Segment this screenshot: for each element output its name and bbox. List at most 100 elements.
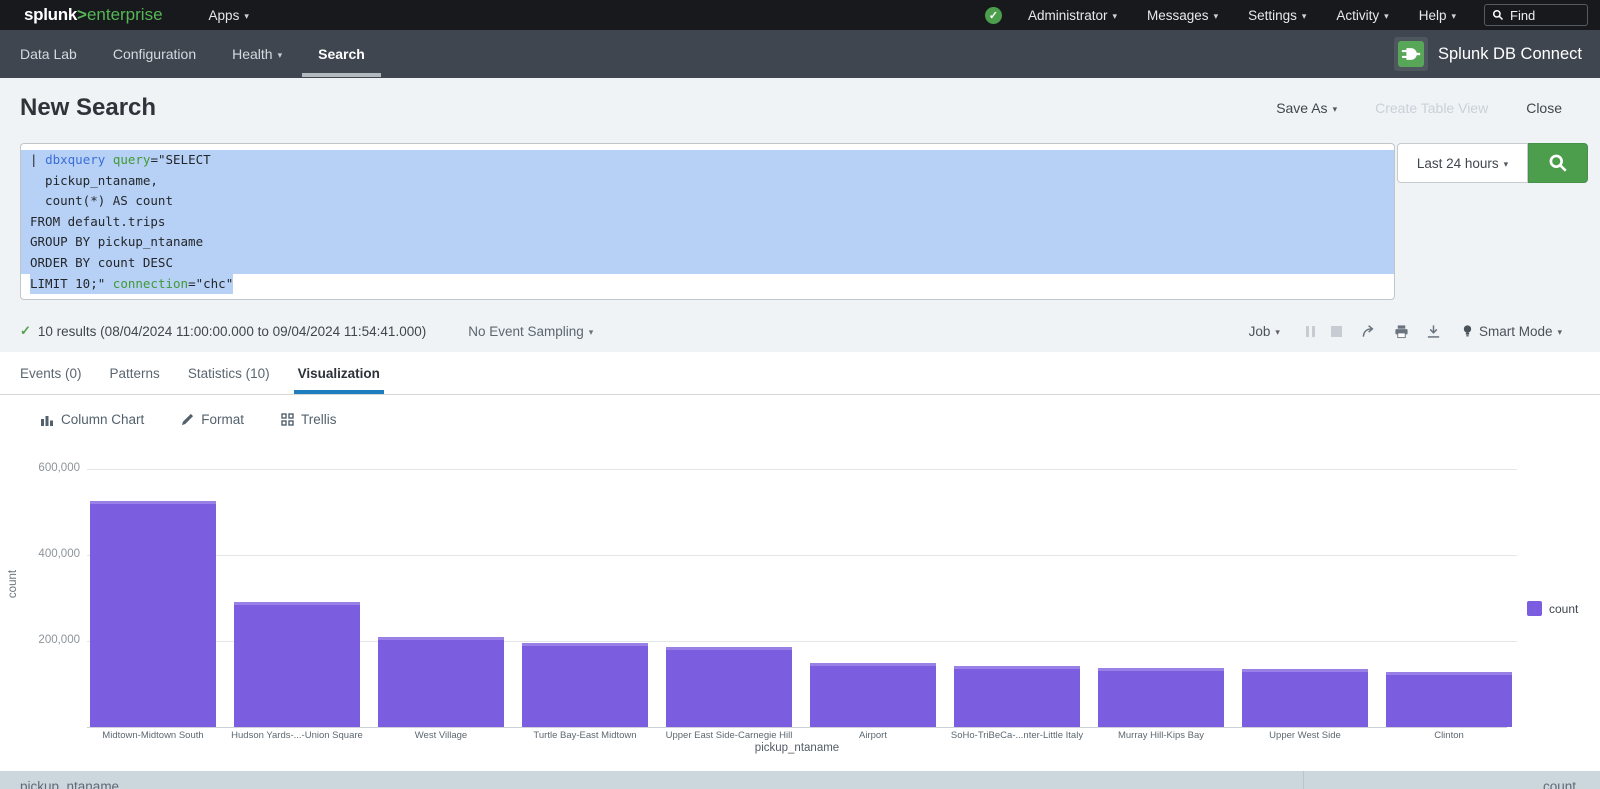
stop-icon[interactable] xyxy=(1331,326,1342,337)
query-token: count(*) AS count xyxy=(30,193,173,208)
tab-statistics-10[interactable]: Statistics (10) xyxy=(188,352,270,394)
plug-icon xyxy=(1401,44,1421,64)
menu-messages[interactable]: Messages xyxy=(1147,8,1218,23)
nav-item-configuration[interactable]: Configuration xyxy=(113,46,196,62)
format-label: Format xyxy=(201,412,244,427)
x-axis-category-label: SoHo-TriBeCa-...nter-Little Italy xyxy=(945,730,1089,741)
job-menu[interactable]: Job xyxy=(1249,324,1280,339)
chart-type-button[interactable]: Column Chart xyxy=(40,412,144,427)
topbar-menus: Administrator Messages Settings Activity Hel… xyxy=(1028,8,1456,23)
chart-legend[interactable]: count xyxy=(1527,601,1578,616)
trellis-button[interactable]: Trellis xyxy=(281,412,337,427)
query-token: ="SELECT xyxy=(150,152,210,167)
pause-icon[interactable] xyxy=(1306,326,1315,337)
create-table-view-button[interactable]: Create Table View xyxy=(1375,100,1488,116)
x-axis-category-label: Airport xyxy=(801,730,945,741)
chart-bar[interactable] xyxy=(378,637,504,727)
chart-bar[interactable] xyxy=(90,501,216,727)
menu-label: Help xyxy=(1419,8,1447,23)
chevron-down-icon xyxy=(273,46,283,62)
time-range-label: Last 24 hours xyxy=(1417,156,1499,171)
menu-help[interactable]: Help xyxy=(1419,8,1456,23)
column-chart-icon xyxy=(40,413,54,426)
chart-bar[interactable] xyxy=(1098,668,1224,727)
x-axis-category-label: Upper East Side-Carnegie Hill xyxy=(657,730,801,741)
search-icon xyxy=(1548,153,1568,173)
nav-item-label: Configuration xyxy=(113,46,196,62)
chevron-down-icon xyxy=(1209,8,1219,23)
save-as-button[interactable]: Save As xyxy=(1276,100,1337,116)
column-chart: count 200,000400,000600,000 Midtown-Midt… xyxy=(0,443,1600,771)
chart-bar[interactable] xyxy=(234,602,360,727)
query-token: GROUP BY pickup_ntaname xyxy=(30,234,203,249)
chevron-down-icon xyxy=(1499,156,1509,171)
nav-item-label: Health xyxy=(232,46,272,62)
query-line: pickup_ntaname, xyxy=(21,171,1394,192)
app-navigation-bar: Data Lab Configuration Health Search Splunk… xyxy=(0,30,1600,78)
chevron-down-icon xyxy=(1270,324,1280,339)
x-axis-category-label: Hudson Yards-...-Union Square xyxy=(225,730,369,741)
chevron-down-icon xyxy=(1328,100,1338,116)
query-selection: LIMIT 10;" connection="chc" xyxy=(30,274,233,295)
query-token: FROM default.trips xyxy=(30,214,165,229)
chart-gridline xyxy=(87,555,1517,556)
query-token: ="chc" xyxy=(188,276,233,291)
search-mode-selector[interactable]: Smart Mode xyxy=(1462,324,1562,339)
x-axis-category-label: Clinton xyxy=(1377,730,1521,741)
x-axis-line xyxy=(87,727,1507,728)
column-header-count[interactable]: count xyxy=(1303,771,1600,789)
results-check-icon xyxy=(20,323,31,339)
chart-bar[interactable] xyxy=(1242,669,1368,727)
query-token xyxy=(105,152,113,167)
search-query-input[interactable]: | dbxquery query="SELECT pickup_ntaname,… xyxy=(20,143,1395,300)
app-nav-items: Data Lab Configuration Health Search xyxy=(20,46,365,62)
visualization-toolbar: Column Chart Format Trellis xyxy=(0,395,1600,443)
pencil-icon xyxy=(181,413,194,426)
time-range-picker[interactable]: Last 24 hours xyxy=(1397,143,1528,183)
search-submit-button[interactable] xyxy=(1528,143,1588,183)
column-header-pickup-ntaname[interactable]: pickup_ntaname xyxy=(0,771,1303,789)
menu-administrator[interactable]: Administrator xyxy=(1028,8,1117,23)
chart-bar[interactable] xyxy=(1386,672,1512,727)
query-token: ORDER BY count DESC xyxy=(30,255,173,270)
x-axis-category-label: Turtle Bay-East Midtown xyxy=(513,730,657,741)
chart-bar[interactable] xyxy=(810,663,936,728)
nav-item-health[interactable]: Health xyxy=(232,46,282,62)
nav-item-data-lab[interactable]: Data Lab xyxy=(20,46,77,62)
app-identity: Splunk DB Connect xyxy=(1394,37,1582,71)
results-status-bar: 10 results (08/04/2024 11:00:00.000 to 0… xyxy=(0,310,1600,352)
chevron-down-icon xyxy=(1108,8,1118,23)
chevron-down-icon xyxy=(239,8,249,23)
close-button[interactable]: Close xyxy=(1526,100,1562,116)
nav-item-label: Data Lab xyxy=(20,46,77,62)
x-axis-category-label: West Village xyxy=(369,730,513,741)
query-token: | xyxy=(30,152,45,167)
health-status-check-icon[interactable] xyxy=(985,7,1002,24)
chart-bar[interactable] xyxy=(522,643,648,727)
menu-settings[interactable]: Settings xyxy=(1248,8,1306,23)
trellis-label: Trellis xyxy=(301,412,337,427)
menu-activity[interactable]: Activity xyxy=(1336,8,1388,23)
logo-product: enterprise xyxy=(87,5,163,25)
app-icon-tile xyxy=(1394,37,1428,71)
query-line: LIMIT 10;" connection="chc" xyxy=(21,274,1394,295)
tab-visualization[interactable]: Visualization xyxy=(298,352,380,394)
format-button[interactable]: Format xyxy=(181,412,244,427)
apps-menu[interactable]: Apps xyxy=(209,8,249,23)
find-search-box[interactable]: Find xyxy=(1484,4,1588,26)
tab-patterns[interactable]: Patterns xyxy=(110,352,160,394)
tab-events-0[interactable]: Events (0) xyxy=(20,352,82,394)
event-sampling-menu[interactable]: No Event Sampling xyxy=(468,324,593,339)
print-icon[interactable] xyxy=(1394,324,1409,339)
chart-bar[interactable] xyxy=(954,666,1080,727)
download-icon[interactable] xyxy=(1426,324,1441,339)
search-section: New Search Save As Create Table View Clo… xyxy=(0,78,1600,352)
nav-item-search[interactable]: Search xyxy=(318,46,365,62)
y-axis-tick-label: 600,000 xyxy=(0,462,80,474)
chevron-down-icon xyxy=(1552,324,1562,339)
chart-bar[interactable] xyxy=(666,647,792,727)
share-icon[interactable] xyxy=(1361,324,1377,339)
splunk-logo[interactable]: splunk>enterprise xyxy=(24,5,163,25)
app-name: Splunk DB Connect xyxy=(1438,45,1582,64)
chevron-down-icon xyxy=(584,324,594,339)
